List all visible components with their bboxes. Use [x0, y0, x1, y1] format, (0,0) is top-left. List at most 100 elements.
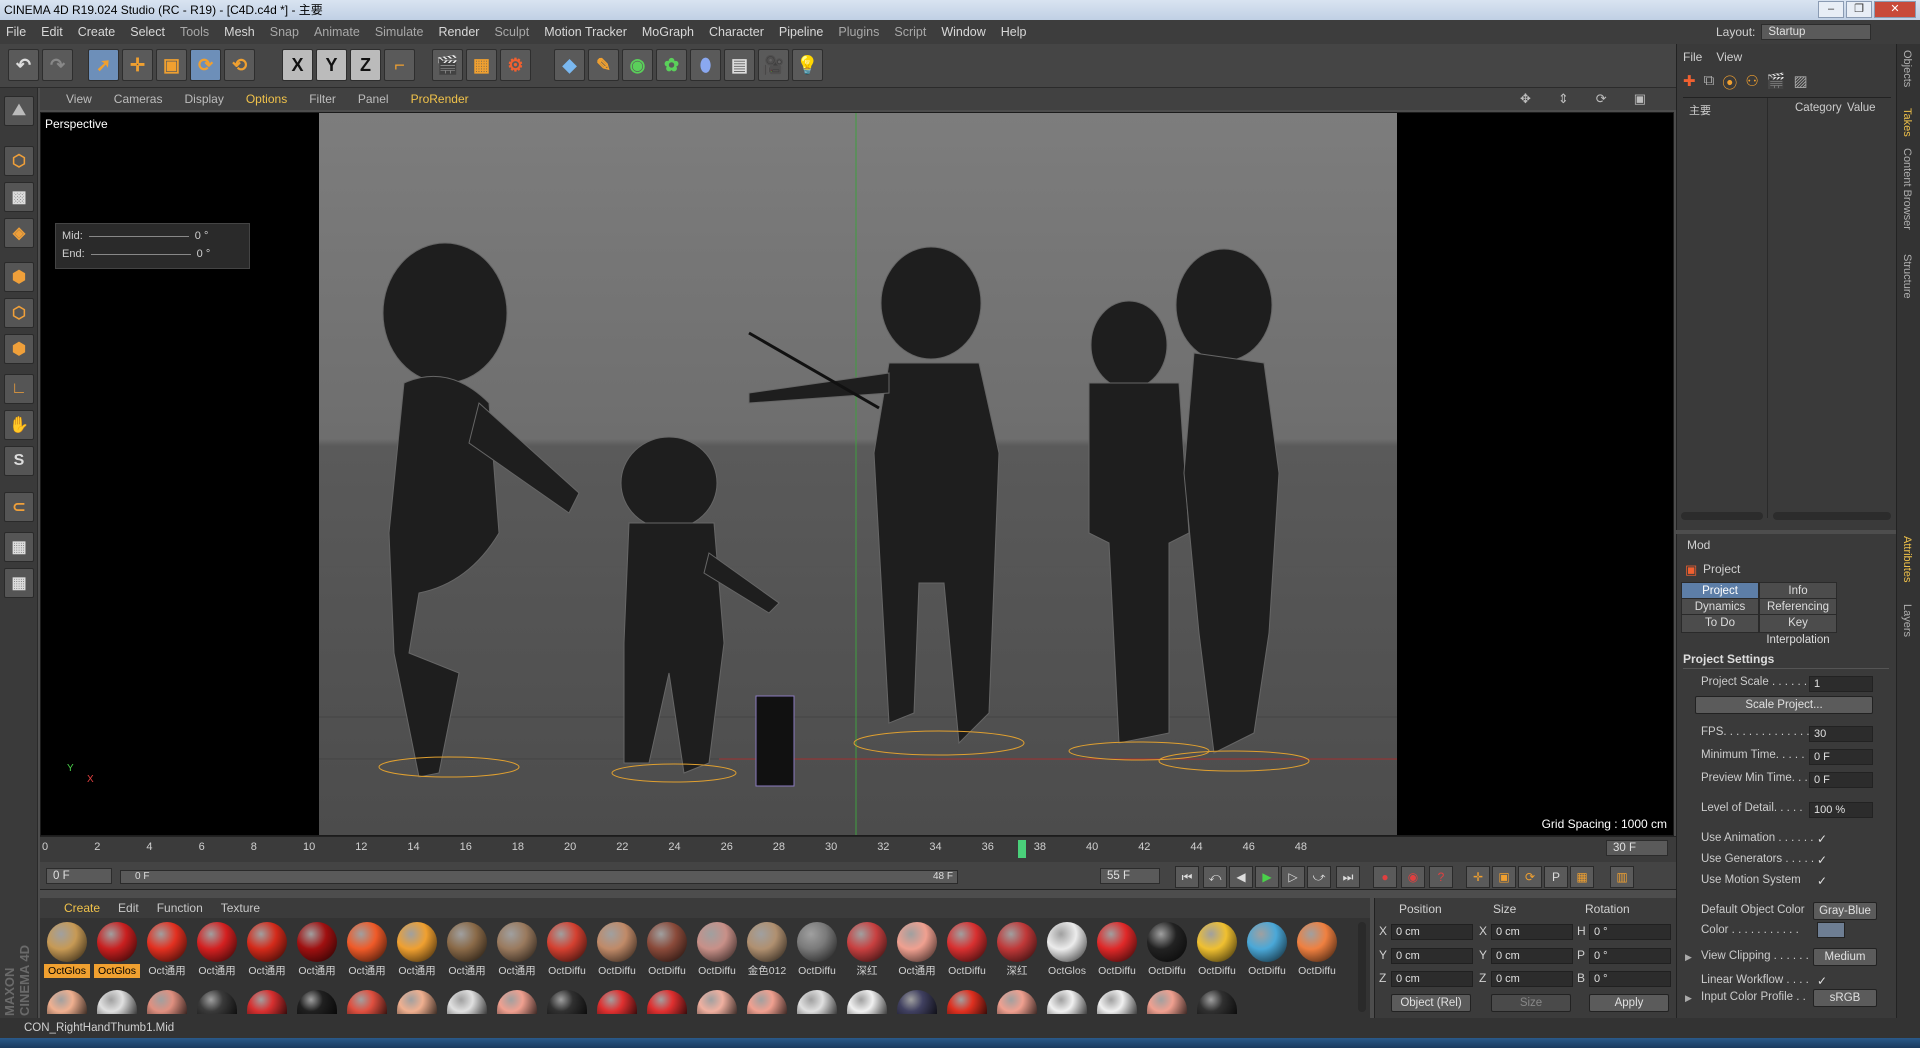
tab-objects[interactable]: Objects	[1901, 50, 1913, 87]
material-scrollbar[interactable]	[1358, 922, 1366, 1012]
menu-character[interactable]: Character	[709, 25, 764, 39]
next-key-icon[interactable]: ⤻	[1307, 866, 1331, 888]
material-swatch[interactable]: OctDiffu	[1194, 922, 1240, 984]
make-editable-icon[interactable]: ⛰	[4, 96, 34, 126]
points-mode-icon[interactable]: ⬢	[4, 262, 34, 292]
playhead[interactable]	[1018, 840, 1026, 858]
coordinate-system-icon[interactable]: ⌐	[384, 49, 415, 81]
material-swatch[interactable]	[597, 990, 637, 1014]
material-swatch[interactable]: OctDiffu	[1294, 922, 1340, 984]
material-swatch[interactable]	[1047, 990, 1087, 1014]
attr-mode-menu[interactable]: Mod	[1687, 538, 1710, 552]
viewport-menu-prorender[interactable]: ProRender	[411, 92, 469, 106]
current-frame-field[interactable]: 30 F	[1606, 840, 1668, 856]
input-profile-expand-icon[interactable]: ▶	[1685, 993, 1692, 1004]
menu-window[interactable]: Window	[941, 25, 985, 39]
menu-help[interactable]: Help	[1001, 25, 1027, 39]
material-swatch[interactable]: 深红	[844, 922, 890, 984]
go-to-end-icon[interactable]: ⏭	[1336, 866, 1360, 888]
material-swatch[interactable]	[1197, 990, 1237, 1014]
rot-p-field[interactable]: 0 °	[1589, 948, 1671, 964]
viewport-menu-display[interactable]: Display	[184, 92, 223, 106]
frame-range-slider[interactable]: 0 F 48 F	[120, 870, 958, 884]
move-cursor-icon[interactable]: ➚	[88, 49, 119, 81]
material-swatch[interactable]	[947, 990, 987, 1014]
move-tool-icon[interactable]: ✛	[122, 49, 153, 81]
preview-min-time-field[interactable]: 0 F	[1809, 772, 1873, 788]
material-swatch[interactable]: 金色012	[744, 922, 790, 984]
material-swatch[interactable]: OctGlos	[1044, 922, 1090, 984]
polygons-mode-icon[interactable]: ⬢	[4, 334, 34, 364]
menu-animate[interactable]: Animate	[314, 25, 360, 39]
attr-tab[interactable]: Key Interpolation	[1759, 614, 1837, 646]
menu-snap[interactable]: Snap	[270, 25, 299, 39]
solo-mode-icon[interactable]: S	[4, 446, 34, 476]
render-settings-icon[interactable]: ⚙	[500, 49, 531, 81]
project-scale-field[interactable]: 1	[1809, 676, 1873, 692]
material-swatch[interactable]	[1097, 990, 1137, 1014]
menu-pipeline[interactable]: Pipeline	[779, 25, 823, 39]
material-swatch[interactable]	[797, 990, 837, 1014]
previous-key-icon[interactable]: ⤺	[1203, 866, 1227, 888]
key-pla-icon[interactable]: ▦	[1570, 866, 1594, 888]
hud-end-value[interactable]: 0 °	[197, 248, 211, 260]
maximize-view-icon[interactable]: ▣	[1634, 91, 1646, 107]
render-view-icon[interactable]: 🎬	[432, 49, 463, 81]
close-button[interactable]: ✕	[1874, 1, 1916, 18]
fps-field[interactable]: 30	[1809, 726, 1873, 742]
material-swatch[interactable]: Oct通用	[494, 922, 540, 984]
menu-sculpt[interactable]: Sculpt	[494, 25, 529, 39]
tab-structure[interactable]: Structure	[1901, 254, 1913, 299]
menu-plugins[interactable]: Plugins	[838, 25, 879, 39]
viewport-menu-cameras[interactable]: Cameras	[114, 92, 163, 106]
material-swatch[interactable]	[897, 990, 937, 1014]
material-swatch[interactable]: Oct通用	[294, 922, 340, 984]
orbit-icon[interactable]: ⟳	[1596, 91, 1607, 107]
material-menu-texture[interactable]: Texture	[221, 901, 260, 915]
key-position-icon[interactable]: ✛	[1466, 866, 1490, 888]
deformer-icon[interactable]: ⬮	[690, 49, 721, 81]
minimize-button[interactable]: –	[1818, 1, 1844, 18]
dolly-icon[interactable]: ⇕	[1558, 91, 1569, 107]
default-object-color-dropdown[interactable]: Gray-Blue	[1813, 902, 1877, 920]
render-picture-viewer-icon[interactable]: ▦	[466, 49, 497, 81]
cube-icon[interactable]: ◆	[554, 49, 585, 81]
tab-content-browser[interactable]: Content Browser	[1901, 148, 1913, 230]
hud-end-slider[interactable]	[90, 253, 191, 255]
model-mode-icon[interactable]: ⬡	[4, 146, 34, 176]
key-scale-icon[interactable]: ▣	[1492, 866, 1516, 888]
material-swatch[interactable]: OctDiffu	[1144, 922, 1190, 984]
take-camera-icon[interactable]: 🎬	[1767, 72, 1786, 93]
edges-mode-icon[interactable]: ⬡	[4, 298, 34, 328]
key-rotation-icon[interactable]: ⟳	[1518, 866, 1542, 888]
material-swatch[interactable]: Oct通用	[194, 922, 240, 984]
material-swatch[interactable]	[997, 990, 1037, 1014]
undo-icon[interactable]: ↶	[8, 49, 39, 81]
key-parameter-icon[interactable]: P	[1544, 866, 1568, 888]
linear-workflow-checkbox[interactable]: ✓	[1817, 974, 1827, 988]
next-frame-icon[interactable]: ▷	[1281, 866, 1305, 888]
material-swatch[interactable]	[197, 990, 237, 1014]
menu-motion-tracker[interactable]: Motion Tracker	[544, 25, 627, 39]
rot-b-field[interactable]: 0 °	[1589, 971, 1671, 987]
viewport-menu-options[interactable]: Options	[246, 92, 287, 106]
rot-h-field[interactable]: 0 °	[1589, 924, 1671, 940]
pos-x-field[interactable]: 0 cm	[1391, 924, 1473, 940]
camera-icon[interactable]: 🎥	[758, 49, 789, 81]
material-swatch[interactable]	[147, 990, 187, 1014]
axis-mode-icon[interactable]: ∟	[4, 374, 34, 404]
material-swatch[interactable]: Oct通用	[394, 922, 440, 984]
material-swatch[interactable]: OctDiffu	[1094, 922, 1140, 984]
tweak-mode-icon[interactable]: ✋	[4, 410, 34, 440]
rotate-tool-icon[interactable]: ⟳	[190, 49, 221, 81]
timeline-ruler[interactable]: 0 2 4 6 8 10 12 14 16 18 20 22 24 26 28 30 32 34 36 38 40 42 4…	[40, 836, 1676, 862]
take-render-icon[interactable]: ▨	[1793, 72, 1807, 93]
scene-canvas[interactable]	[319, 113, 1397, 835]
material-swatch[interactable]	[1147, 990, 1187, 1014]
material-swatch[interactable]	[547, 990, 587, 1014]
material-swatch[interactable]: OctDiffu	[944, 922, 990, 984]
menu-tools[interactable]: Tools	[180, 25, 209, 39]
use-generators-checkbox[interactable]: ✓	[1817, 853, 1827, 867]
material-menu-edit[interactable]: Edit	[118, 901, 139, 915]
take-group-icon[interactable]: ⚇	[1745, 72, 1758, 93]
